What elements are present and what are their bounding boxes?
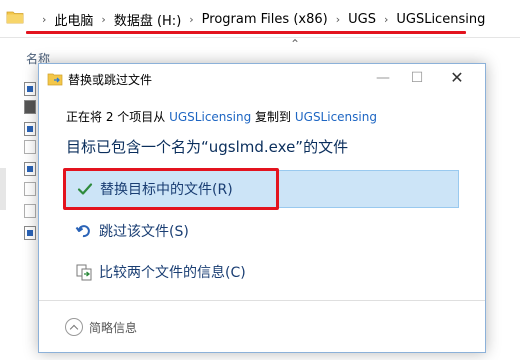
compare-option-label: 比较两个文件的信息(C) [99, 265, 246, 281]
file-icon[interactable] [24, 204, 36, 218]
copy-files-icon [47, 73, 63, 86]
copy-status-prefix: 正在将 2 个项目从 [66, 110, 170, 124]
file-icon[interactable] [24, 122, 36, 136]
file-list [24, 76, 38, 276]
conflict-heading: 目标已包含一个名为“ugslmd.exe”的文件 [66, 138, 349, 156]
copy-status-text: 正在将 2 个项目从 UGSLicensing 复制到 UGSLicensing [66, 108, 377, 125]
chevron-up-circle-icon [65, 318, 83, 336]
footer-divider [39, 300, 485, 301]
chevron-right-icon: › [189, 12, 194, 26]
replace-or-skip-dialog: 替换或跳过文件 — ☐ ✕ 正在将 2 个项目从 UGSLicensing 复制… [38, 63, 486, 353]
breadcrumb-data-drive[interactable]: 数据盘 (H:) [114, 10, 181, 29]
file-icon[interactable] [24, 100, 36, 114]
copy-status-middle: 复制到 [251, 110, 295, 124]
compare-files-icon [76, 264, 92, 281]
skip-option[interactable]: 跳过该文件(S) [65, 212, 459, 250]
minimize-button[interactable]: — [373, 69, 393, 87]
details-toggle[interactable]: 简略信息 [65, 318, 137, 336]
address-bar[interactable]: › 此电脑 › 数据盘 (H:) › Program Files (x86) ›… [0, 0, 520, 38]
source-folder-link[interactable]: UGSLicensing [169, 110, 251, 124]
screen: › 此电脑 › 数据盘 (H:) › Program Files (x86) ›… [0, 0, 520, 360]
compare-option[interactable]: 比较两个文件的信息(C) [65, 253, 459, 291]
maximize-button[interactable]: ☐ [407, 69, 427, 87]
scrollbar-track[interactable] [0, 168, 6, 210]
file-icon[interactable] [24, 226, 36, 240]
annotation-underline [26, 31, 466, 34]
file-icon[interactable] [24, 162, 36, 176]
title-bar[interactable]: 替换或跳过文件 — ☐ ✕ [39, 64, 485, 94]
chevron-right-icon: › [42, 12, 47, 26]
chevron-right-icon: › [101, 12, 106, 26]
file-icon[interactable] [24, 82, 36, 96]
folder-icon [6, 11, 24, 24]
dialog-title: 替换或跳过文件 [68, 73, 153, 87]
annotation-highlight-box [63, 168, 279, 210]
chevron-right-icon: › [383, 12, 389, 26]
skip-option-label: 跳过该文件(S) [99, 224, 189, 240]
file-icon[interactable] [24, 182, 36, 196]
breadcrumb-program-files[interactable]: Program Files (x86) [202, 12, 328, 27]
breadcrumb-ugslicensing[interactable]: UGSLicensing [396, 12, 485, 27]
breadcrumb-this-pc[interactable]: 此电脑 [54, 10, 93, 29]
details-label: 简略信息 [89, 320, 138, 335]
chevron-right-icon: › [335, 12, 341, 26]
collapse-chevron-icon[interactable]: ⌃ [288, 38, 302, 50]
skip-arrow-icon [75, 225, 90, 238]
dest-folder-link[interactable]: UGSLicensing [295, 110, 377, 124]
breadcrumb-ugs[interactable]: UGS [348, 12, 376, 27]
file-icon[interactable] [24, 140, 36, 154]
close-button[interactable]: ✕ [447, 69, 467, 87]
